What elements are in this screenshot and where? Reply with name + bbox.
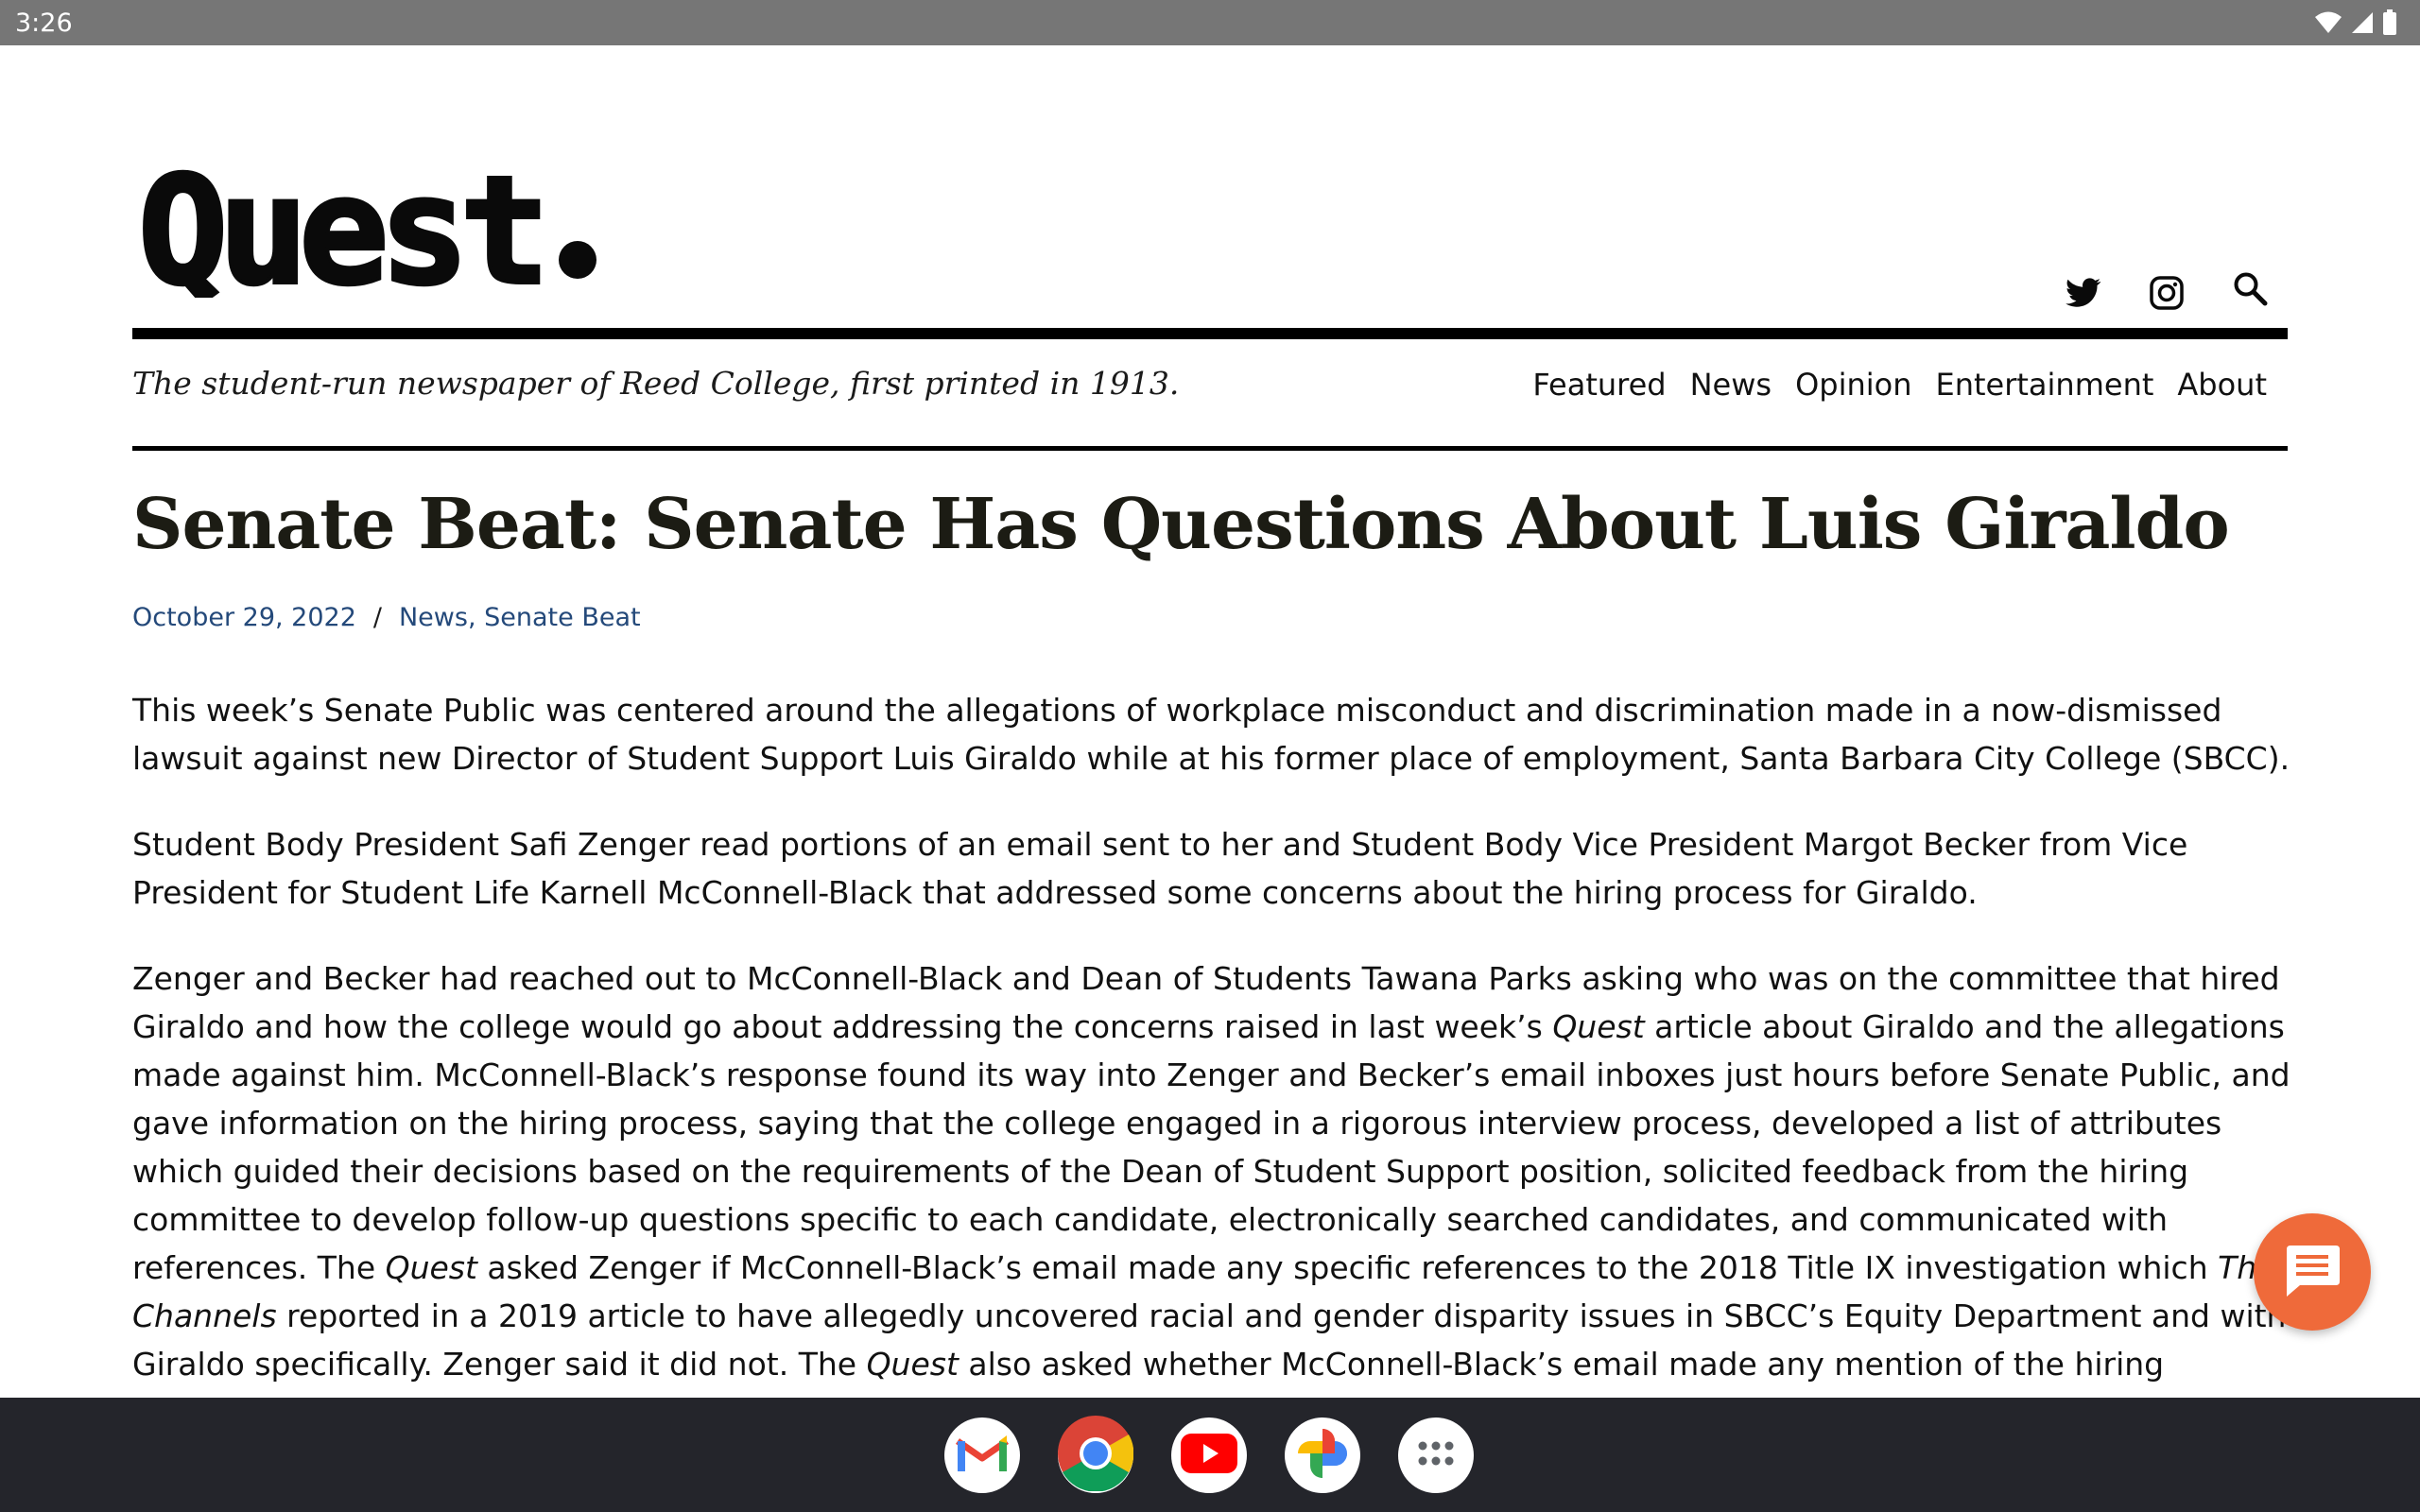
article-title: Senate Beat: Senate Has Questions About … xyxy=(132,484,2230,565)
status-time: 3:26 xyxy=(15,9,73,38)
site-tagline: The student-run newspaper of Reed Colleg… xyxy=(132,365,1180,402)
youtube-app[interactable] xyxy=(1171,1418,1247,1493)
paragraph-text: article about Giraldo and the allegation… xyxy=(132,1008,2290,1286)
article-paragraph: Zenger and Becker had reached out to McC… xyxy=(132,954,2297,1436)
main-nav: Featured News Opinion Entertainment Abou… xyxy=(1532,367,2267,403)
chrome-icon xyxy=(1058,1416,1134,1495)
nav-featured[interactable]: Featured xyxy=(1532,367,1666,403)
nav-about[interactable]: About xyxy=(2177,367,2267,403)
nav-entertainment[interactable]: Entertainment xyxy=(1935,367,2153,403)
category-link-news[interactable]: News xyxy=(399,603,468,632)
cellular-signal-icon xyxy=(2350,10,2375,39)
svg-text:Quest: Quest xyxy=(138,156,541,298)
app-drawer[interactable] xyxy=(1398,1418,1474,1493)
chrome-app[interactable] xyxy=(1058,1416,1134,1495)
article-meta: October 29, 2022 / News, Senate Beat xyxy=(132,603,641,632)
nav-divider xyxy=(132,446,2288,451)
gmail-app[interactable] xyxy=(944,1418,1020,1493)
gmail-icon xyxy=(956,1434,1009,1477)
meta-separator: / xyxy=(372,603,382,632)
header-divider xyxy=(132,328,2288,339)
wifi-icon xyxy=(2314,10,2342,39)
battery-icon xyxy=(2382,9,2397,40)
paragraph-text: This week’s Senate Public was centered a… xyxy=(132,692,2290,777)
photos-app[interactable] xyxy=(1285,1418,1360,1493)
status-bar: 3:26 xyxy=(0,0,2420,45)
category-link-senate-beat[interactable]: Senate Beat xyxy=(484,603,640,632)
article-date-link[interactable]: October 29, 2022 xyxy=(132,603,356,632)
nav-news[interactable]: News xyxy=(1690,367,1772,403)
publication-name: Quest xyxy=(1552,1008,1645,1045)
paragraph-text: asked Zenger if McConnell-Black’s email … xyxy=(476,1249,2219,1286)
youtube-icon xyxy=(1181,1434,1237,1477)
paragraph-text: Student Body President Safi Zenger read … xyxy=(132,826,2188,911)
nav-opinion[interactable]: Opinion xyxy=(1795,367,1911,403)
publication-name: Quest xyxy=(866,1346,959,1383)
chat-button[interactable] xyxy=(2254,1213,2371,1331)
chat-icon xyxy=(2283,1244,2342,1300)
site-logo[interactable]: Quest xyxy=(136,143,611,320)
publication-name: Quest xyxy=(385,1249,477,1286)
search-icon[interactable] xyxy=(2227,266,2273,311)
article-body: This week’s Senate Public was centered a… xyxy=(132,686,2297,1474)
photos-icon xyxy=(1295,1426,1350,1485)
category-delimiter: , xyxy=(467,603,476,632)
instagram-icon[interactable] xyxy=(2144,270,2189,316)
article-paragraph: This week’s Senate Public was centered a… xyxy=(132,686,2297,782)
status-icons xyxy=(2314,9,2397,40)
twitter-icon[interactable] xyxy=(2061,270,2106,316)
app-drawer-icon xyxy=(1417,1440,1455,1470)
article-paragraph: Student Body President Safi Zenger read … xyxy=(132,820,2297,917)
